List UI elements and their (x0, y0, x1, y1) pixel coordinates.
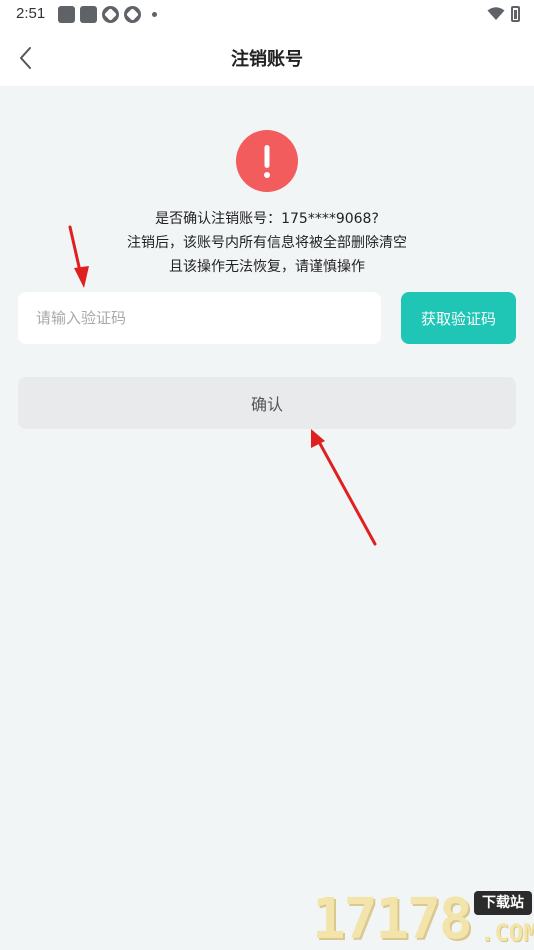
system-icons (487, 6, 520, 22)
get-code-button[interactable]: 获取验证码 (401, 292, 516, 344)
battery-icon (511, 6, 520, 22)
sync-icon (124, 6, 141, 23)
nav-bar: 注销账号 (0, 30, 534, 86)
warning-badge (236, 130, 298, 192)
status-time: 2:51 (16, 5, 46, 22)
confirm-button[interactable]: 确认 (18, 377, 516, 429)
verification-code-input[interactable] (18, 292, 381, 344)
watermark-logo: 17178 下载站 .COM (308, 885, 534, 950)
app-notification-icon (58, 6, 75, 23)
status-bar: 2:51 (0, 0, 534, 30)
watermark-suffix: .COM (480, 919, 534, 947)
confirm-account-text: 是否确认注销账号：175****9068? (155, 211, 379, 227)
more-dot-icon (152, 12, 157, 17)
wifi-icon (487, 7, 505, 20)
page-title: 注销账号 (231, 49, 303, 70)
app-notification-icon (80, 6, 97, 23)
watermark-badge: 下载站 (474, 891, 532, 915)
irreversible-text: 且该操作无法恢复，请谨慎操作 (169, 259, 365, 275)
notification-icons (58, 6, 157, 23)
warning-text: 注销后，该账号内所有信息将被全部删除清空 (127, 235, 407, 251)
exclamation-icon (264, 145, 270, 178)
watermark-digits: 17178 (312, 887, 473, 950)
sync-icon (102, 6, 119, 23)
